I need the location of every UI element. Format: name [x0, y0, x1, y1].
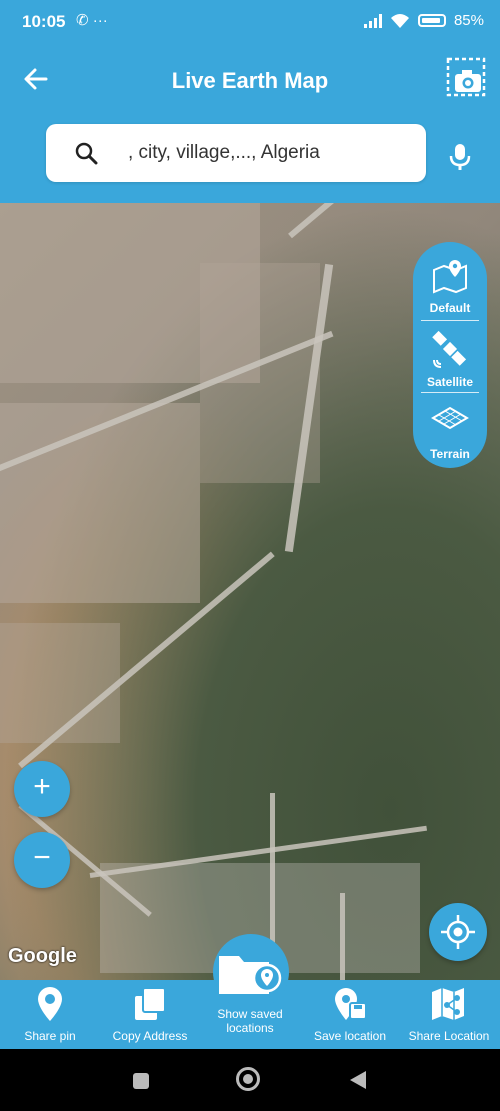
status-time: 10:05 — [22, 12, 66, 31]
terrain-icon — [431, 406, 469, 430]
home-icon[interactable] — [236, 1067, 260, 1091]
camera-capture-icon[interactable] — [446, 57, 488, 99]
copy-address-button[interactable]: Copy Address — [105, 980, 195, 1049]
save-location-button[interactable]: Save location — [308, 980, 392, 1049]
search-box[interactable] — [46, 124, 426, 182]
share-location-button[interactable]: Share Location — [402, 980, 496, 1049]
map-type-panel: Default Satellite Terrain — [413, 242, 487, 468]
my-location-button[interactable] — [429, 903, 487, 961]
system-nav-bar — [0, 1049, 500, 1111]
show-saved-locations-label: Show saved locations — [217, 1007, 283, 1035]
map-type-terrain-button[interactable]: Terrain — [413, 394, 487, 464]
map-type-default-button[interactable]: Default — [413, 248, 487, 318]
page-title: Live Earth Map — [171, 68, 329, 93]
wifi-icon — [390, 13, 409, 28]
google-attribution: Google — [8, 945, 77, 967]
notification-icons: ✆ ··· — [76, 12, 108, 29]
map-type-satellite-button[interactable]: Satellite — [413, 322, 487, 392]
minus-icon: − — [33, 841, 51, 874]
plus-icon: + — [33, 770, 51, 803]
copy-icon — [135, 987, 166, 1020]
recent-apps-icon[interactable] — [133, 1073, 149, 1089]
divider — [421, 392, 479, 393]
search-input[interactable] — [128, 136, 408, 170]
microphone-icon[interactable] — [448, 143, 472, 171]
map-pin-icon — [433, 260, 467, 294]
status-bar: 10:05 ✆ ··· 85% — [0, 0, 500, 45]
satellite-icon — [432, 330, 467, 368]
folder-location-icon — [219, 956, 282, 994]
battery-level: 85% — [453, 12, 484, 29]
battery-icon — [417, 14, 446, 27]
save-location-icon — [335, 988, 367, 1020]
zoom-in-button[interactable]: + — [14, 761, 70, 817]
copy-address-label: Copy Address — [112, 1029, 188, 1043]
map-type-satellite-label: Satellite — [426, 375, 474, 389]
status-right: 85% — [363, 12, 484, 29]
signal-icon — [363, 13, 382, 28]
location-pin-icon — [38, 987, 62, 1021]
crosshair-location-icon — [441, 915, 475, 949]
zoom-out-button[interactable]: − — [14, 832, 70, 888]
map-type-default-label: Default — [429, 301, 471, 315]
app-bar: Live Earth Map — [0, 45, 500, 203]
save-location-label: Save location — [313, 1029, 387, 1043]
divider — [421, 320, 479, 321]
map-type-terrain-label: Terrain — [430, 447, 470, 461]
share-location-label: Share Location — [408, 1029, 490, 1043]
share-pin-button[interactable]: Share pin — [10, 980, 90, 1049]
show-saved-locations-button[interactable] — [213, 934, 289, 1010]
system-back-icon[interactable] — [350, 1071, 366, 1089]
share-pin-label: Share pin — [24, 1029, 76, 1043]
share-map-icon — [432, 988, 464, 1020]
search-icon — [75, 142, 98, 165]
